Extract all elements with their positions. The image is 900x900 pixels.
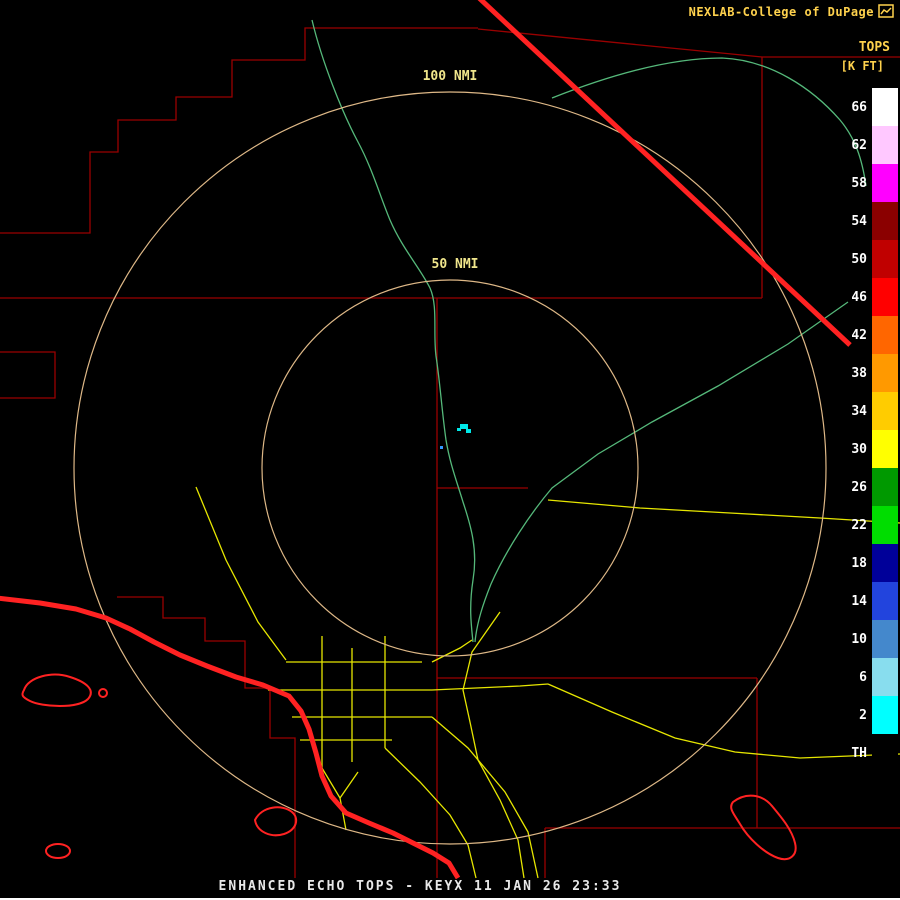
colorbar-title: TOPS (859, 40, 890, 55)
colorbar-tick-label: TH (837, 747, 867, 760)
colorbar-tick-label: 30 (837, 443, 867, 456)
colorbar-swatch (872, 582, 898, 620)
colorbar-swatch (872, 544, 898, 582)
colorbar-row: 58 (837, 164, 898, 202)
colorbar-row: 38 (837, 354, 898, 392)
colorbar-swatch (872, 316, 898, 354)
radar-display: 100 NMI 50 NMI NEXLAB-College of DuPage … (0, 0, 900, 900)
colorbar-swatch (872, 620, 898, 658)
river-line (312, 20, 475, 642)
range-ring-label-100nmi: 100 NMI (423, 69, 478, 84)
weak-echo-pixel (440, 446, 443, 449)
colorbar-tick-label: 50 (837, 253, 867, 266)
nexlab-logo-icon (878, 4, 894, 18)
colorbar-tick-label: 14 (837, 595, 867, 608)
colorbar-scale: 66625854504642383430262218141062TH (837, 88, 898, 772)
lake-outline (22, 675, 90, 706)
colorbar-row: 10 (837, 620, 898, 658)
colorbar-row: 50 (837, 240, 898, 278)
road-line (432, 684, 548, 690)
colorbar-row: TH (837, 734, 898, 772)
colorbar-tick-label: 10 (837, 633, 867, 646)
range-ring-100nmi (74, 92, 826, 844)
colorbar-swatch (872, 354, 898, 392)
highway-line (478, 0, 850, 345)
colorbar-swatch (872, 430, 898, 468)
colorbar-swatch (872, 240, 898, 278)
lake-outline (255, 807, 296, 835)
colorbar-swatch (872, 734, 898, 772)
colorbar-tick-label: 2 (837, 709, 867, 722)
colorbar-row: 66 (837, 88, 898, 126)
colorbar-row: 62 (837, 126, 898, 164)
colorbar-swatch (872, 202, 898, 240)
colorbar-tick-label: 38 (837, 367, 867, 380)
colorbar-row: 42 (837, 316, 898, 354)
colorbar-row: 18 (837, 544, 898, 582)
range-ring-label-50nmi: 50 NMI (432, 257, 479, 272)
colorbar-tick-label: 22 (837, 519, 867, 532)
colorbar-units: [K FT] (841, 59, 884, 73)
colorbar-tick-label: 54 (837, 215, 867, 228)
colorbar-tick-label: 42 (837, 329, 867, 342)
range-rings (74, 92, 826, 844)
colorbar-swatch (872, 164, 898, 202)
lake-outline (99, 689, 107, 697)
road-line (432, 717, 538, 878)
product-caption: ENHANCED ECHO TOPS - KEYX 11 JAN 26 23:3… (0, 879, 840, 894)
colorbar-row: 22 (837, 506, 898, 544)
colorbar-row: 26 (837, 468, 898, 506)
lake-outlines (22, 675, 795, 859)
colorbar-tick-label: 34 (837, 405, 867, 418)
river-line (475, 302, 848, 642)
radar-map: 100 NMI 50 NMI (0, 0, 900, 900)
colorbar-swatch (872, 88, 898, 126)
road-line (385, 748, 476, 878)
road-line (432, 640, 472, 662)
colorbar-tick-label: 66 (837, 101, 867, 114)
county-line (0, 352, 55, 398)
colorbar-tick-label: 6 (837, 671, 867, 684)
colorbar-row: 34 (837, 392, 898, 430)
colorbar-swatch (872, 468, 898, 506)
road-line (196, 487, 286, 660)
colorbar-swatch (872, 658, 898, 696)
highways (0, 0, 850, 878)
colorbar-tick-label: 26 (837, 481, 867, 494)
colorbar-swatch (872, 278, 898, 316)
lake-outline (46, 844, 70, 858)
county-line (0, 28, 478, 233)
county-borders (0, 28, 900, 878)
colorbar-swatch (872, 696, 898, 734)
colorbar-tick-label: 18 (837, 557, 867, 570)
colorbar-swatch (872, 506, 898, 544)
colorbar-row: 2 (837, 696, 898, 734)
brand-text: NEXLAB-College of DuPage (689, 5, 874, 19)
colorbar-tick-label: 62 (837, 139, 867, 152)
rivers (312, 20, 866, 642)
colorbar-tick-label: 58 (837, 177, 867, 190)
roads (196, 487, 900, 878)
colorbar-row: 30 (837, 430, 898, 468)
colorbar-row: 14 (837, 582, 898, 620)
colorbar-row: 6 (837, 658, 898, 696)
echo-pixels (457, 424, 471, 433)
colorbar-swatch (872, 392, 898, 430)
colorbar-swatch (872, 126, 898, 164)
colorbar-row: 46 (837, 278, 898, 316)
colorbar-tick-label: 46 (837, 291, 867, 304)
highway-line (0, 598, 458, 878)
river-line (552, 58, 866, 186)
range-ring-50nmi (262, 280, 638, 656)
colorbar-row: 54 (837, 202, 898, 240)
